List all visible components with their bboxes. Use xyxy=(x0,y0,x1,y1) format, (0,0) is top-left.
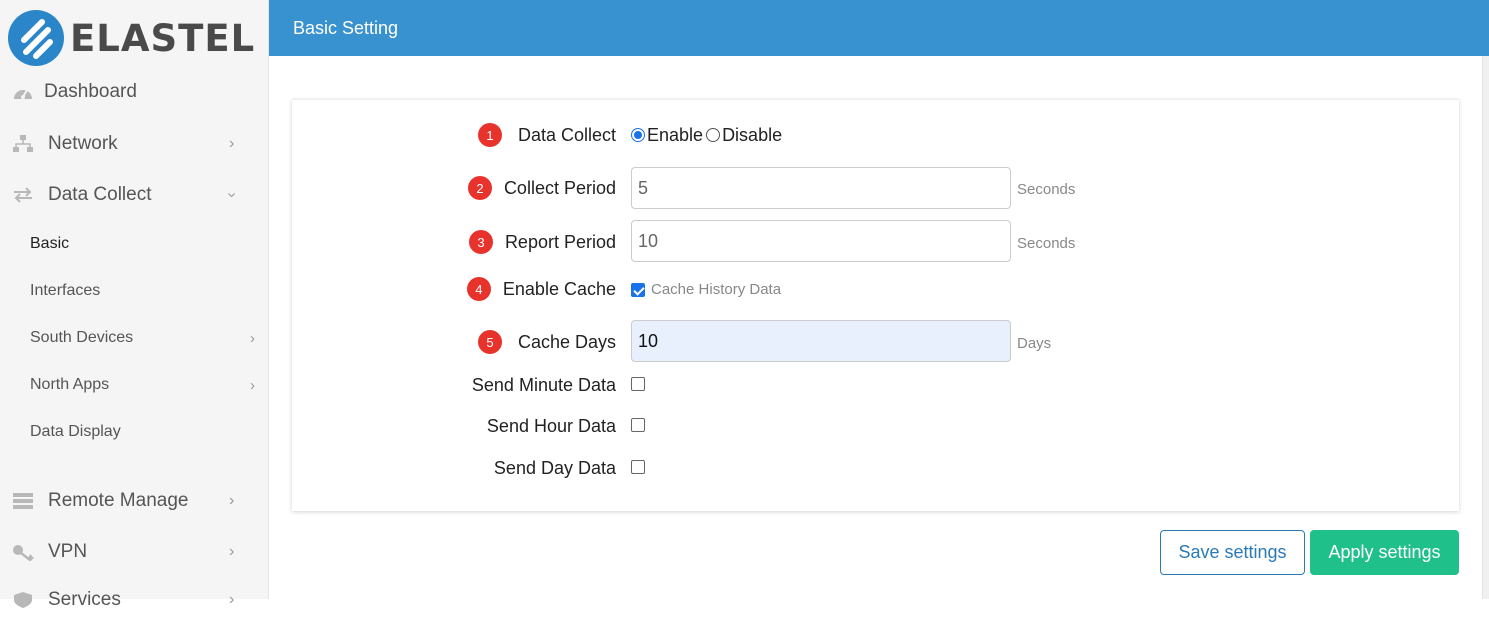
sidebar-subitem-label: North Apps xyxy=(30,376,110,393)
step-badge: 4 xyxy=(466,277,491,301)
cache-history-checkbox[interactable] xyxy=(631,282,645,297)
field-label: Send Day Data xyxy=(493,457,616,478)
page-title: Basic Setting xyxy=(293,17,399,38)
scrollbar-track[interactable] xyxy=(1483,0,1489,599)
unit-label: Seconds xyxy=(1017,181,1076,198)
settings-card: 1 Data Collect Enable Disable 2 Collect … xyxy=(292,99,1459,511)
field-label: Send Minute Data xyxy=(471,374,616,395)
elastel-logo-icon xyxy=(8,10,64,66)
sidebar: ELASTEL Dashboard Network › Data Collect… xyxy=(0,0,269,610)
server-icon xyxy=(11,491,35,511)
sidebar-item-vpn[interactable]: VPN › xyxy=(0,532,269,572)
chevron-right-icon: › xyxy=(229,492,235,509)
enable-cache-checkbox-group: Cache History Data xyxy=(631,281,781,298)
disable-radio-label[interactable]: Disable xyxy=(722,125,782,146)
key-icon xyxy=(11,542,35,562)
send-minute-data-label: Send Minute Data xyxy=(472,372,616,398)
sidebar-item-label: Data Collect xyxy=(48,184,152,205)
cache-days-label: 5 Cache Days xyxy=(477,329,616,355)
apply-settings-button[interactable]: Apply settings xyxy=(1310,530,1459,575)
enable-radio[interactable] xyxy=(631,128,645,142)
sidebar-subitem-label: South Devices xyxy=(30,329,134,346)
sidebar-item-label: VPN xyxy=(48,541,88,562)
chevron-right-icon: › xyxy=(229,591,235,608)
chevron-right-icon: › xyxy=(229,543,235,560)
brand-logo[interactable]: ELASTEL xyxy=(8,10,255,66)
exchange-arrows-icon xyxy=(11,185,35,205)
send-hour-data-label: Send Hour Data xyxy=(487,413,616,439)
sidebar-item-label: Services xyxy=(48,589,121,610)
enable-cache-row: 4 Enable Cache Cache History Data xyxy=(292,276,1459,302)
sidebar-item-network[interactable]: Network › xyxy=(0,124,269,164)
sidebar-subitem-basic[interactable]: Basic xyxy=(30,229,269,259)
field-label: Report Period xyxy=(504,231,616,252)
data-collect-row: 1 Data Collect Enable Disable xyxy=(292,122,1459,148)
page-header: Basic Setting xyxy=(269,0,1483,56)
chevron-right-icon: › xyxy=(250,329,255,347)
collect-period-row: 2 Collect Period 5 Seconds xyxy=(292,167,1459,210)
field-label: Enable Cache xyxy=(502,278,616,299)
cache-days-row: 5 Cache Days 10 Days xyxy=(292,320,1459,363)
cache-history-label[interactable]: Cache History Data xyxy=(651,281,781,298)
report-period-label: 3 Report Period xyxy=(468,229,616,255)
shield-icon xyxy=(11,590,35,610)
report-period-input[interactable]: 10 xyxy=(631,220,1011,262)
enable-cache-label: 4 Enable Cache xyxy=(466,276,616,302)
sidebar-subitem-label: Basic xyxy=(30,235,70,252)
field-label: Cache Days xyxy=(517,331,616,352)
network-icon xyxy=(11,134,35,154)
field-label: Send Hour Data xyxy=(486,415,616,436)
chevron-right-icon: › xyxy=(250,376,255,394)
report-period-row: 3 Report Period 10 Seconds xyxy=(292,220,1459,263)
step-badge: 5 xyxy=(477,330,502,354)
sidebar-item-remote-manage[interactable]: Remote Manage › xyxy=(0,481,269,521)
step-badge: 2 xyxy=(467,176,492,200)
send-minute-data-row: Send Minute Data xyxy=(292,372,1459,398)
sidebar-item-label: Network xyxy=(48,133,118,154)
disable-radio[interactable] xyxy=(706,128,721,142)
sidebar-subitem-north-apps[interactable]: North Apps › xyxy=(30,370,269,400)
dashboard-gauge-icon xyxy=(11,82,35,102)
send-day-data-row: Send Day Data xyxy=(292,455,1459,481)
sidebar-item-dashboard[interactable]: Dashboard xyxy=(0,72,269,112)
send-day-data-label: Send Day Data xyxy=(494,455,616,481)
sidebar-subitem-south-devices[interactable]: South Devices › xyxy=(30,323,269,353)
unit-label: Days xyxy=(1017,335,1052,352)
sidebar-item-label: Remote Manage xyxy=(48,490,189,511)
chevron-right-icon: › xyxy=(229,135,235,152)
step-badge: 1 xyxy=(477,123,502,147)
sidebar-item-data-collect[interactable]: Data Collect › xyxy=(0,175,269,215)
chevron-down-icon: › xyxy=(223,192,241,198)
save-settings-button[interactable]: Save settings xyxy=(1160,530,1305,575)
collect-period-input[interactable]: 5 xyxy=(631,167,1011,209)
brand-name: ELASTEL xyxy=(70,16,256,60)
cache-days-input[interactable]: 10 xyxy=(631,320,1011,362)
send-minute-data-checkbox[interactable] xyxy=(631,377,645,391)
field-label: Collect Period xyxy=(503,177,616,198)
sidebar-item-services[interactable]: Services › xyxy=(0,580,269,620)
send-day-data-checkbox[interactable] xyxy=(631,460,645,474)
field-label: Data Collect xyxy=(517,124,616,145)
sidebar-subitem-data-display[interactable]: Data Display xyxy=(30,417,269,447)
data-collect-radio-group: Enable Disable xyxy=(631,122,782,148)
step-badge: 3 xyxy=(468,230,493,254)
collect-period-label: 2 Collect Period xyxy=(467,175,616,201)
sidebar-item-label: Dashboard xyxy=(44,81,137,102)
data-collect-label: 1 Data Collect xyxy=(477,122,616,148)
unit-label: Seconds xyxy=(1017,235,1076,252)
sidebar-subitem-label: Interfaces xyxy=(30,282,101,299)
sidebar-subitem-interfaces[interactable]: Interfaces xyxy=(30,276,269,306)
sidebar-subitem-label: Data Display xyxy=(30,423,121,440)
send-hour-data-row: Send Hour Data xyxy=(292,413,1459,439)
enable-radio-label[interactable]: Enable xyxy=(647,125,703,146)
send-hour-data-checkbox[interactable] xyxy=(631,418,645,432)
